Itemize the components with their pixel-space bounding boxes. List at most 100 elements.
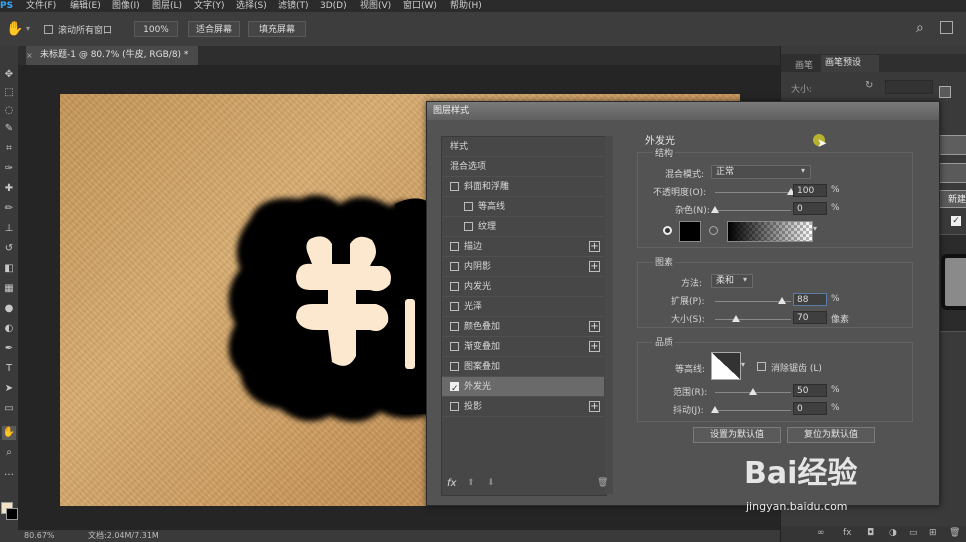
style-list-item[interactable]: 内发光 (442, 277, 604, 297)
link-layers-icon[interactable]: ∞ (817, 528, 825, 538)
style-checkbox[interactable] (464, 202, 473, 211)
solid-color-radio[interactable] (663, 226, 672, 235)
opacity-input[interactable]: 100 (793, 184, 827, 197)
history-brush-icon[interactable]: ↺ (2, 242, 16, 256)
crop-tool-icon[interactable]: ⌗ (2, 142, 16, 156)
zoom-status[interactable]: 80.67% (24, 530, 55, 542)
move-tool-icon[interactable]: ✥ (2, 68, 16, 82)
menu-select[interactable]: 选择(S) (236, 0, 267, 12)
scroll-all-checkbox[interactable] (44, 25, 53, 34)
fx-menu-button[interactable]: fx (447, 478, 456, 489)
noise-slider-thumb[interactable] (711, 206, 719, 213)
style-list-item[interactable]: 纹理 (442, 217, 604, 237)
style-list-item[interactable]: 投影 + (442, 397, 604, 417)
set-default-button[interactable]: 设置为默认值 (693, 427, 781, 443)
path-select-icon[interactable]: ➤ (2, 382, 16, 396)
style-list-item[interactable]: 描边 + (442, 237, 604, 257)
style-list-item[interactable]: 光泽 (442, 297, 604, 317)
style-checkbox[interactable] (450, 242, 459, 251)
mask-icon[interactable]: ◘ (867, 528, 874, 538)
add-effect-icon[interactable]: + (589, 261, 600, 272)
range-slider[interactable] (715, 388, 791, 395)
size-slider[interactable] (715, 315, 791, 322)
style-list-item[interactable]: 图案叠加 (442, 357, 604, 377)
zoom-100-button[interactable]: 100% (134, 21, 178, 37)
style-list-item[interactable]: 渐变叠加 + (442, 337, 604, 357)
style-list-item[interactable]: 样式 (442, 137, 604, 157)
quick-select-icon[interactable]: ✎ (2, 122, 16, 136)
gradient-radio[interactable] (709, 226, 718, 235)
document-tab[interactable]: 未标题-1 @ 80.7% (牛皮, RGB/8) * (26, 46, 198, 65)
style-list-item[interactable]: 等高线 (442, 197, 604, 217)
menu-layer[interactable]: 图层(L) (152, 0, 182, 12)
dodge-tool-icon[interactable]: ◐ (2, 322, 16, 336)
spread-input[interactable]: 88 (793, 293, 827, 306)
add-effect-icon[interactable]: + (589, 401, 600, 412)
opacity-slider[interactable] (715, 188, 795, 195)
jitter-slider[interactable] (711, 406, 791, 413)
brush-tool-icon[interactable]: ✏ (2, 202, 16, 216)
healing-brush-icon[interactable]: ✚ (2, 182, 16, 196)
fit-screen-button[interactable]: 适合屏幕 (188, 21, 240, 37)
menu-file[interactable]: 文件(F) (26, 0, 56, 12)
style-list-item[interactable]: 斜面和浮雕 (442, 177, 604, 197)
blend-mode-select[interactable]: 正常 (711, 165, 811, 179)
gradient-dropdown-icon[interactable]: ▾ (813, 224, 817, 233)
menu-type[interactable]: 文字(Y) (194, 0, 225, 12)
gradient-picker[interactable] (727, 221, 813, 242)
style-checkbox[interactable] (450, 262, 459, 271)
tab-brush[interactable]: 画笔 (795, 58, 813, 71)
add-effect-icon[interactable]: + (589, 341, 600, 352)
style-checkbox[interactable] (450, 342, 459, 351)
trash-icon[interactable]: 🗑 (949, 528, 960, 538)
size-input[interactable]: 70 (793, 311, 827, 324)
folder-icon[interactable]: ▭ (909, 528, 918, 538)
jitter-slider-thumb[interactable] (711, 406, 719, 413)
style-checkbox[interactable] (450, 302, 459, 311)
preview-checkbox[interactable]: ✓ (951, 216, 961, 226)
new-layer-icon[interactable]: ⊞ (929, 528, 937, 538)
type-tool-icon[interactable]: T (2, 362, 16, 376)
brush-panel-icon[interactable] (939, 86, 951, 98)
shape-tool-icon[interactable]: ▭ (2, 402, 16, 416)
contour-dropdown-icon[interactable]: ▾ (741, 360, 745, 369)
menu-view[interactable]: 视图(V) (360, 0, 391, 12)
style-list-item[interactable]: 颜色叠加 + (442, 317, 604, 337)
marquee-tool-icon[interactable]: ⬚ (2, 86, 16, 100)
style-list-item[interactable]: 外发光 (442, 377, 604, 399)
size-slider-thumb[interactable] (732, 315, 741, 322)
menu-3d[interactable]: 3D(D) (320, 0, 347, 12)
style-checkbox[interactable] (450, 362, 459, 371)
workspace-icon[interactable] (940, 21, 953, 34)
noise-slider[interactable] (711, 206, 791, 213)
hand-tool-icon[interactable]: ✋ (2, 426, 16, 440)
style-checkbox[interactable] (450, 322, 459, 331)
anti-alias-checkbox[interactable] (757, 362, 766, 371)
contour-picker[interactable] (711, 352, 741, 380)
more-tools-icon[interactable]: … (2, 466, 16, 480)
reset-icon[interactable]: ↻ (865, 80, 873, 91)
delete-effect-icon[interactable]: 🗑 (597, 478, 608, 488)
size-input[interactable] (885, 80, 933, 94)
style-checkbox[interactable] (464, 222, 473, 231)
menu-filter[interactable]: 滤镜(T) (278, 0, 309, 12)
style-checkbox[interactable] (450, 402, 459, 411)
menu-image[interactable]: 图像(I) (112, 0, 140, 12)
spread-slider-thumb[interactable] (777, 297, 786, 304)
pen-tool-icon[interactable]: ✒ (2, 342, 16, 356)
style-list-scrollbar[interactable] (605, 136, 613, 494)
add-effect-icon[interactable]: + (589, 241, 600, 252)
blur-tool-icon[interactable]: ● (2, 302, 16, 316)
background-color-swatch[interactable] (6, 508, 18, 520)
reset-default-button[interactable]: 复位为默认值 (787, 427, 875, 443)
style-checkbox[interactable] (450, 182, 459, 191)
menu-window[interactable]: 窗口(W) (403, 0, 437, 12)
add-effect-icon[interactable]: + (589, 321, 600, 332)
eyedropper-icon[interactable]: ✑ (2, 162, 16, 176)
glow-color-swatch[interactable] (679, 221, 701, 242)
app-badge[interactable]: PS (0, 0, 16, 12)
style-checkbox[interactable] (450, 379, 459, 399)
move-down-icon[interactable]: ⬇ (487, 478, 495, 488)
hand-tool-icon[interactable]: ✋ (6, 21, 23, 37)
close-tab-icon[interactable]: × (26, 51, 33, 60)
